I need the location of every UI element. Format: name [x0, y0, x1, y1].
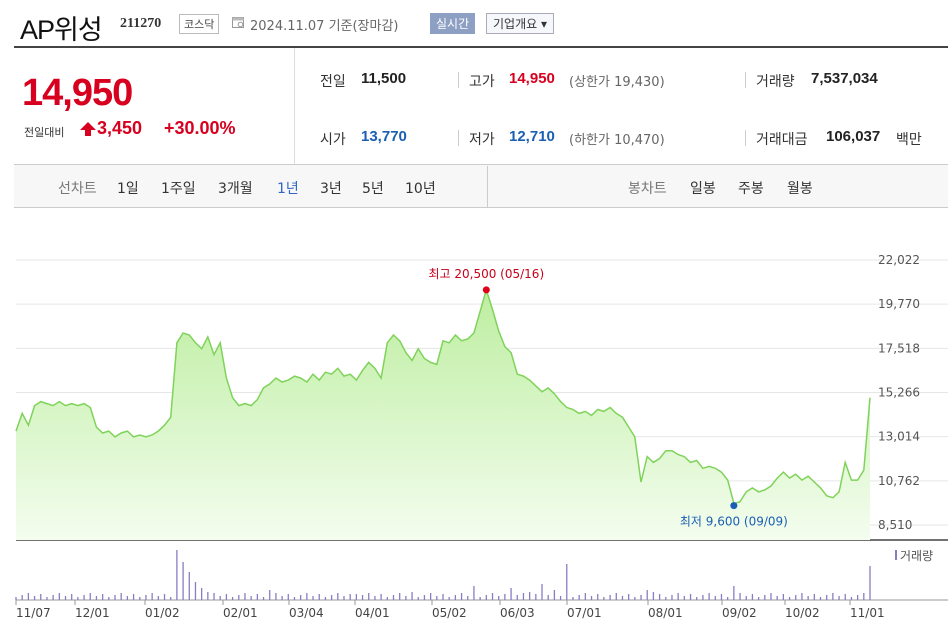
divider — [745, 130, 746, 146]
volume-label: 거래량 — [756, 74, 795, 90]
calendar-icon — [232, 17, 244, 28]
amount-unit: 백만 — [896, 132, 922, 148]
tab-monthly-candle[interactable]: 월봉 — [787, 178, 813, 198]
line-chart-label: 선차트 — [58, 181, 97, 197]
price-chart[interactable]: 22,022 19,770 17,518 15,266 13,014 10,762 8,51… — [0, 240, 948, 641]
tab-3year[interactable]: 3년 — [320, 178, 342, 198]
divider — [458, 72, 459, 88]
x-axis-labels: 11/07 12/01 01/02 02/01 03/04 04/01 05/02 06/03… — [15, 600, 885, 620]
y-tick-label: 13,014 — [878, 430, 920, 444]
change-label: 전일대비 — [24, 126, 65, 139]
prev-close-label: 전일 — [320, 74, 346, 90]
realtime-button[interactable]: 실시간 — [430, 13, 476, 34]
y-tick-label: 15,266 — [878, 386, 920, 400]
tab-10year[interactable]: 10년 — [405, 178, 436, 198]
low-label: 저가 — [469, 132, 495, 148]
prev-close-value: 11,500 — [361, 70, 407, 87]
x-tick-label: 11/01 — [850, 606, 885, 620]
y-tick-label: 22,022 — [878, 253, 920, 267]
price-change-pct: +30.00% — [164, 118, 236, 138]
x-tick-label: 08/01 — [648, 606, 683, 620]
x-tick-label: 07/01 — [567, 606, 602, 620]
volume-legend: 거래량 — [900, 549, 933, 563]
tab-divider — [487, 166, 488, 207]
stock-name: AP위성 — [20, 15, 103, 45]
open-value: 13,770 — [361, 128, 407, 145]
candle-chart-label: 봉차트 — [628, 181, 667, 197]
volume-value: 7,537,034 — [811, 70, 878, 87]
upper-limit: (상한가 19,430) — [569, 75, 665, 90]
x-tick-label: 05/02 — [432, 606, 467, 620]
x-tick-label: 12/01 — [75, 606, 110, 620]
tab-5year[interactable]: 5년 — [362, 178, 384, 198]
divider — [458, 130, 459, 146]
current-price: 14,950 — [22, 72, 133, 114]
lower-limit: (하한가 10,470) — [569, 133, 665, 148]
market-badge: 코스닥 — [179, 14, 220, 34]
y-tick-label: 17,518 — [878, 341, 920, 355]
low-value: 12,710 — [509, 128, 555, 145]
tab-1day[interactable]: 1일 — [117, 178, 139, 198]
low-marker — [730, 502, 738, 510]
volume-legend-swatch — [895, 550, 897, 560]
y-tick-label: 19,770 — [878, 297, 920, 311]
tab-weekly-candle[interactable]: 주봉 — [738, 178, 764, 198]
x-tick-label: 06/03 — [500, 606, 535, 620]
high-value: 14,950 — [509, 70, 555, 87]
up-arrow-icon — [80, 122, 96, 136]
high-label: 고가 — [469, 74, 495, 90]
y-tick-label: 10,762 — [878, 474, 920, 488]
amount-label: 거래대금 — [756, 132, 808, 148]
x-tick-label: 10/02 — [785, 606, 820, 620]
open-label: 시가 — [320, 132, 346, 148]
x-tick-label: 11/07 — [16, 606, 51, 620]
tab-daily-candle[interactable]: 일봉 — [690, 178, 716, 198]
tab-1week[interactable]: 1주일 — [161, 178, 196, 198]
x-tick-label: 03/04 — [289, 606, 324, 620]
volume-bars: 거래량 — [15, 549, 948, 601]
low-annotation: 최저 9,600 (09/09) — [680, 515, 788, 529]
y-axis-labels: 22,022 19,770 17,518 15,266 13,014 10,762 8,51… — [878, 253, 920, 532]
amount-value: 106,037 — [826, 128, 881, 145]
high-annotation: 최고 20,500 (05/16) — [428, 267, 544, 281]
tab-1year[interactable]: 1년 — [277, 178, 299, 198]
x-tick-label: 09/02 — [722, 606, 757, 620]
price-area — [16, 289, 870, 540]
company-overview-dropdown[interactable]: 기업개요 ▾ — [486, 13, 554, 34]
as-of-date: 2024.11.07 기준(장마감) — [250, 19, 399, 34]
high-marker — [482, 286, 490, 294]
x-tick-label: 02/01 — [223, 606, 258, 620]
tab-3month[interactable]: 3개월 — [218, 178, 253, 198]
y-tick-label: 8,510 — [878, 518, 912, 532]
divider — [745, 72, 746, 88]
x-tick-label: 01/02 — [145, 606, 180, 620]
price-change: 3,450 — [97, 118, 143, 138]
x-tick-label: 04/01 — [355, 606, 390, 620]
stock-code: 211270 — [120, 16, 162, 31]
